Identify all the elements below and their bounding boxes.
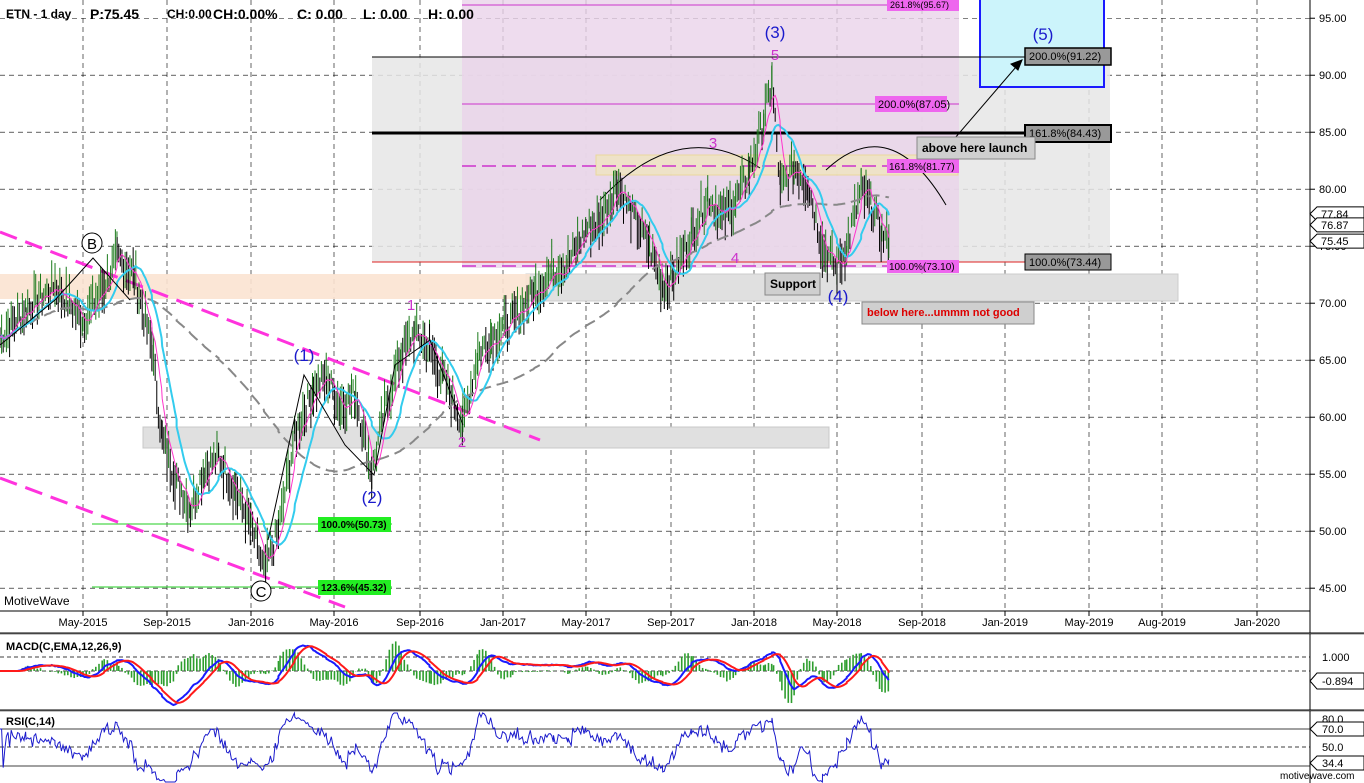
wave-label-2: (2)	[362, 488, 383, 507]
rsi-panel[interactable]: RSI(C,14) 80.0 70.0 50.0 34.4 motivewave…	[0, 709, 1364, 783]
fib-label-1236: 123.6%(45.32)	[321, 583, 387, 594]
support-zone	[525, 273, 1179, 302]
wave-minor-2: 2	[458, 434, 466, 451]
note-support: Support	[770, 277, 816, 291]
wave-label-b: B	[87, 236, 97, 253]
macd-value-tag: -0.894	[1322, 676, 1353, 688]
fib-label-2000a: 200.0%(91.22)	[1029, 51, 1101, 63]
change-pct: CH:0.00%	[213, 6, 278, 22]
note-not-good: below here...ummm not good	[867, 307, 1020, 319]
wave-label-1: (1)	[294, 346, 315, 365]
close-value: C: 0.00	[297, 6, 343, 22]
x-tick-label: May-2016	[310, 617, 359, 629]
rsi-title: RSI(C,14)	[6, 716, 55, 728]
fib-label-1000c: 100.0%(50.73)	[321, 520, 387, 531]
x-tick-label: Jan-2016	[228, 617, 274, 629]
macd-signal-line	[0, 645, 890, 704]
x-tick-label: Sep-2018	[898, 617, 946, 629]
macd-panel[interactable]: MACD(C,EMA,12,26,9) 1.000 -0.894	[0, 632, 1364, 710]
watermark-right: motivewave.com	[1280, 771, 1354, 782]
x-tick-label: Jan-2019	[982, 617, 1028, 629]
wave-minor-4: 4	[731, 250, 739, 267]
x-tick-label: May-2018	[813, 617, 862, 629]
wave-minor-5: 5	[771, 47, 779, 64]
x-tick-label: Sep-2015	[143, 617, 191, 629]
note-launch: above here launch	[922, 141, 1027, 155]
high-value: H: 0.00	[428, 6, 474, 22]
price-tag-label: 75.45	[1321, 236, 1349, 248]
x-tick-label: May-2015	[59, 617, 108, 629]
rsi-value-tag: 34.4	[1322, 758, 1343, 770]
y-tick-label: 55.00	[1319, 469, 1347, 481]
price-tag-label: 76.87	[1321, 220, 1349, 232]
wave-minor-1: 1	[407, 297, 415, 314]
price-value: P:75.45	[90, 6, 139, 22]
macd-title: MACD(C,EMA,12,26,9)	[6, 641, 122, 653]
x-tick-label: Aug-2019	[1138, 617, 1186, 629]
x-tick-label: May-2017	[562, 617, 611, 629]
y-tick-label: 65.00	[1319, 355, 1347, 367]
fib-label-1000a: 100.0%(73.44)	[1029, 257, 1101, 269]
x-tick-label: Jan-2017	[480, 617, 526, 629]
fib-label-2618: 261.8%(95.67)	[890, 0, 949, 10]
fib-label-2000b: 200.0%(87.05)	[878, 99, 950, 111]
symbol-label: ETN - 1 day	[6, 7, 72, 21]
wave2-zone	[142, 426, 830, 449]
y-tick-label: 60.00	[1319, 412, 1347, 424]
x-tick-label: Jan-2018	[731, 617, 777, 629]
rsi-tick-50: 50.0	[1322, 742, 1343, 754]
watermark-left: MotiveWave	[4, 594, 70, 608]
wave-label-4: (4)	[828, 287, 849, 306]
old-support-zone	[0, 274, 530, 299]
fib-label-1000b: 100.0%(73.10)	[889, 262, 955, 273]
price-axis: 45.0050.0055.0060.0065.0070.0075.0080.00…	[1309, 0, 1364, 633]
x-tick-label: May-2019	[1065, 617, 1114, 629]
rsi-line	[0, 711, 890, 783]
y-tick-label: 80.00	[1319, 184, 1347, 196]
y-tick-label: 95.00	[1319, 13, 1347, 25]
rsi-tick-70: 70.0	[1322, 724, 1343, 736]
low-value: L: 0.00	[363, 6, 408, 22]
y-tick-label: 70.00	[1319, 298, 1347, 310]
wave-minor-3: 3	[709, 135, 717, 152]
macd-histogram	[18, 641, 890, 704]
x-tick-label: Sep-2017	[647, 617, 695, 629]
fib-label-1618a: 161.8%(84.43)	[1029, 128, 1101, 140]
y-tick-label: 50.00	[1319, 526, 1347, 538]
chart-canvas[interactable]: 45.0050.0055.0060.0065.0070.0075.0080.00…	[0, 0, 1364, 783]
macd-tick-1000: 1.000	[1322, 652, 1350, 664]
y-tick-label: 90.00	[1319, 70, 1347, 82]
wave-label-3: (3)	[765, 23, 786, 42]
wave-label-5: (5)	[1033, 25, 1054, 44]
x-tick-label: Sep-2016	[396, 617, 444, 629]
wave-label-c: C	[256, 584, 267, 601]
y-tick-label: 85.00	[1319, 127, 1347, 139]
fib-label-1618b: 161.8%(81.77)	[889, 162, 955, 173]
change-abs: CH:0.00	[167, 7, 212, 21]
x-tick-label: Jan-2020	[1234, 617, 1280, 629]
y-tick-label: 45.00	[1319, 583, 1347, 595]
